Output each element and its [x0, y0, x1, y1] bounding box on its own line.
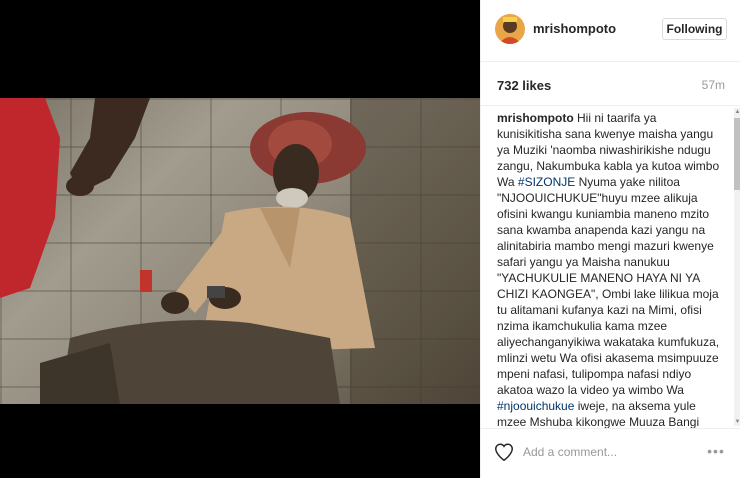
- photo-scene: [0, 98, 480, 404]
- hashtag-link-njoouichukue[interactable]: #njoouichukue: [497, 399, 574, 413]
- avatar[interactable]: [495, 14, 525, 44]
- hashtag-link-sizonje[interactable]: #SIZONJE: [518, 175, 575, 189]
- avatar-image: [495, 14, 525, 44]
- post-timestamp[interactable]: 57m: [702, 78, 725, 92]
- comment-bar: •••: [481, 428, 740, 478]
- caption-text-part: Nyuma yake nilitoa "NJOOUICHUKUE"huyu mz…: [497, 175, 720, 397]
- post-header: mrishompoto Following: [481, 0, 740, 62]
- add-comment-input[interactable]: [523, 443, 673, 461]
- post-stats: 732 likes 57m: [481, 62, 740, 106]
- likes-count[interactable]: 732 likes: [497, 78, 551, 93]
- caption-scroll-area[interactable]: mrishompoto Hii ni taarifa ya kunisikiti…: [481, 106, 740, 428]
- following-button[interactable]: Following: [662, 18, 727, 40]
- heart-like-icon[interactable]: [493, 441, 515, 463]
- caption-username-link[interactable]: mrishompoto: [497, 111, 574, 125]
- caption-scrollbar[interactable]: ▲ ▼: [734, 108, 740, 426]
- post-photo[interactable]: [0, 98, 480, 404]
- scrollbar-thumb[interactable]: [734, 118, 740, 190]
- scroll-up-arrow-icon[interactable]: ▲: [734, 108, 740, 116]
- more-options-icon[interactable]: •••: [703, 441, 729, 461]
- post-sidebar: mrishompoto Following 732 likes 57m mris…: [480, 0, 740, 478]
- scroll-down-arrow-icon[interactable]: ▼: [734, 418, 740, 426]
- post-caption: mrishompoto Hii ni taarifa ya kunisikiti…: [497, 110, 722, 428]
- instagram-post-modal: mrishompoto Following 732 likes 57m mris…: [0, 0, 740, 478]
- username-link[interactable]: mrishompoto: [533, 21, 616, 36]
- post-media[interactable]: [0, 0, 480, 478]
